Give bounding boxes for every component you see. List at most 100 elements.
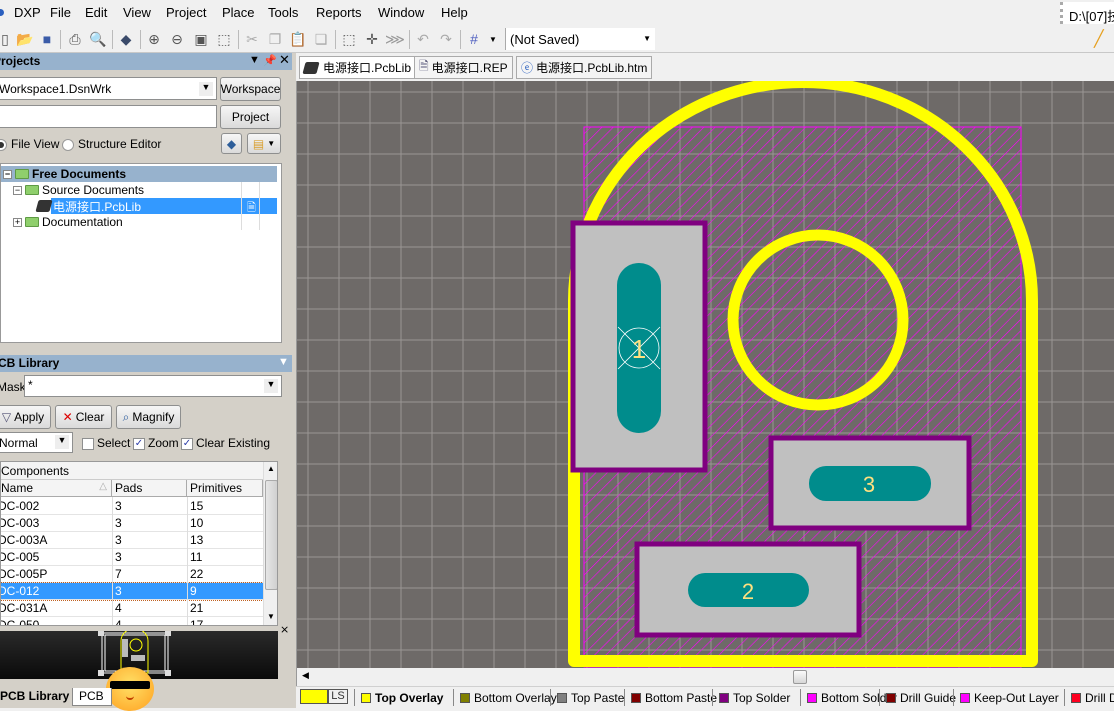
component-row[interactable]: DC-005 3 11: [1, 549, 263, 566]
project-button[interactable]: Project: [220, 105, 281, 129]
pcb-editor-canvas[interactable]: 1 3 2: [297, 81, 1114, 668]
layer-set-button[interactable]: LS: [328, 689, 348, 704]
workspace-select[interactable]: Workspace1.DsnWrk ▼: [0, 77, 217, 100]
document-path-field[interactable]: D:\[07]技: [1060, 2, 1114, 24]
doc-tab-htm[interactable]: ⓔ 电源接口.PcbLib.htm: [516, 56, 653, 79]
deselect-icon[interactable]: ⋙: [385, 30, 405, 48]
preview-handle[interactable]: [98, 630, 104, 636]
menu-project[interactable]: Project: [166, 5, 206, 20]
clear-button[interactable]: ✕ Clear: [55, 405, 112, 429]
component-row[interactable]: DC-002 3 15: [1, 498, 263, 515]
move-icon[interactable]: ✛: [363, 30, 381, 48]
zoom-fit-icon[interactable]: ▣: [192, 30, 210, 48]
menu-help[interactable]: Help: [441, 5, 468, 20]
paste-icon[interactable]: 📋: [289, 30, 307, 48]
menu-window[interactable]: Window: [378, 5, 424, 20]
mask-input[interactable]: * ▼: [24, 375, 282, 397]
redo-icon[interactable]: ↷: [437, 30, 455, 48]
file-view-radio[interactable]: File View: [0, 137, 59, 151]
canvas-horizontal-scrollbar[interactable]: ◀: [297, 668, 1114, 686]
doc-tab-pcblib[interactable]: 电源接口.PcbLib: [299, 56, 417, 79]
doc-tab-rep[interactable]: 🗎 电源接口.REP: [414, 56, 513, 79]
save-state-dropdown[interactable]: (Not Saved) ▼: [505, 28, 655, 50]
component-row[interactable]: DC-003 3 10: [1, 515, 263, 532]
layer-tab-top-overlay[interactable]: Top Overlay: [354, 689, 443, 706]
tree-item-documentation[interactable]: + Documentation: [13, 214, 123, 230]
copy-icon[interactable]: ❐: [266, 30, 284, 48]
pcblib-icon: [302, 61, 320, 74]
component-row[interactable]: DC-012 3 9: [1, 582, 264, 601]
pencil-icon[interactable]: ╱: [1094, 29, 1104, 49]
layer-tab-bottom-paste[interactable]: Bottom Paste: [624, 689, 717, 706]
clear-existing-checkbox[interactable]: ✓ Clear Existing: [181, 436, 270, 450]
component-row[interactable]: DC-005P 7 22: [1, 566, 263, 583]
grid-dropdown-icon[interactable]: ▼: [484, 30, 502, 48]
tab-pcb-library[interactable]: PCB Library: [0, 687, 74, 707]
component-row[interactable]: DC-050 4 17: [1, 617, 263, 625]
expand-icon[interactable]: +: [13, 217, 22, 227]
collapse-panel-icon[interactable]: ⨯: [280, 623, 289, 636]
column-header-pads[interactable]: Pads: [112, 480, 187, 497]
collapse-icon[interactable]: −: [13, 185, 22, 195]
column-header-primitives[interactable]: Primitives: [187, 480, 263, 497]
menu-view[interactable]: View: [123, 5, 151, 20]
apply-button[interactable]: ▽ Apply: [0, 405, 51, 429]
zoom-area-icon[interactable]: ⬚: [215, 30, 233, 48]
pin-icon[interactable]: 📌: [263, 54, 277, 67]
components-scrollbar[interactable]: ▲ ▼: [263, 462, 277, 625]
compile-icon[interactable]: ◆: [221, 133, 242, 154]
layer-tab-top-paste[interactable]: Top Paste: [550, 689, 624, 706]
current-layer-swatch[interactable]: [300, 689, 328, 704]
rubber-stamp-icon[interactable]: ❏: [312, 30, 330, 48]
zoom-checkbox[interactable]: ✓ Zoom: [133, 436, 179, 450]
component-row[interactable]: DC-003A 3 13: [1, 532, 263, 549]
magnify-button[interactable]: ⌕ Magnify: [116, 405, 181, 429]
layer-tab-bottom-overlay[interactable]: Bottom Overlay: [453, 689, 557, 706]
scrollbar-thumb[interactable]: [265, 480, 277, 590]
scroll-up-icon[interactable]: ▲: [267, 464, 275, 473]
project-field[interactable]: [0, 105, 217, 128]
3d-view-icon[interactable]: ◆: [117, 30, 135, 48]
menu-place[interactable]: Place: [222, 5, 255, 20]
mode-select[interactable]: Normal ▼: [0, 432, 73, 453]
grid-icon[interactable]: #: [465, 30, 483, 48]
scrollbar-thumb[interactable]: [793, 670, 807, 684]
scroll-down-icon[interactable]: ▼: [267, 612, 275, 621]
preview-handle[interactable]: [165, 670, 171, 676]
menu-reports[interactable]: Reports: [316, 5, 362, 20]
workspace-button[interactable]: Workspace: [220, 77, 281, 101]
layer-tab-keep-out-layer[interactable]: Keep-Out Layer: [953, 689, 1059, 706]
select-checkbox[interactable]: Select: [82, 436, 130, 450]
tree-item-source-documents[interactable]: − Source Documents: [13, 182, 144, 198]
menu-file[interactable]: File: [50, 5, 71, 20]
panel-menu-icon[interactable]: ▼: [249, 54, 260, 66]
column-header-name[interactable]: Name △: [1, 480, 112, 497]
tree-item-pcblib-file[interactable]: 电源接口.PcbLib: [35, 198, 141, 214]
print-preview-icon[interactable]: 🔍: [89, 30, 107, 48]
select-area-icon[interactable]: ⬚: [340, 30, 358, 48]
menu-dxp[interactable]: DXP: [14, 5, 41, 20]
close-icon[interactable]: ✕: [279, 52, 290, 68]
scroll-left-icon[interactable]: ◀: [302, 670, 309, 681]
component-row[interactable]: DC-031A 4 21: [1, 600, 263, 617]
structure-editor-radio[interactable]: Structure Editor: [62, 137, 161, 151]
preview-handle[interactable]: [165, 630, 171, 636]
panel-menu-icon[interactable]: ▼: [278, 356, 289, 368]
save-icon[interactable]: ■: [38, 30, 56, 48]
menu-tools[interactable]: Tools: [268, 5, 298, 20]
zoom-in-icon[interactable]: ⊕: [145, 30, 163, 48]
collapse-icon[interactable]: −: [3, 169, 12, 179]
zoom-out-icon[interactable]: ⊖: [168, 30, 186, 48]
open-icon[interactable]: 📂: [16, 30, 34, 48]
undo-icon[interactable]: ↶: [414, 30, 432, 48]
print-icon[interactable]: ⎙: [66, 30, 84, 48]
layer-tab-drill-guide[interactable]: Drill Guide: [879, 689, 956, 706]
cut-icon[interactable]: ✂: [243, 30, 261, 48]
layer-tab-top-solder[interactable]: Top Solder: [712, 689, 790, 706]
tree-item-free-documents[interactable]: − Free Documents: [3, 166, 126, 182]
tab-pcb[interactable]: PCB: [72, 688, 112, 706]
project-options-button[interactable]: ▤ ▼: [247, 133, 281, 154]
layer-tab-drill-drawing[interactable]: Drill Drawing: [1064, 689, 1114, 706]
menu-edit[interactable]: Edit: [85, 5, 107, 20]
new-icon[interactable]: ▯: [0, 30, 14, 48]
